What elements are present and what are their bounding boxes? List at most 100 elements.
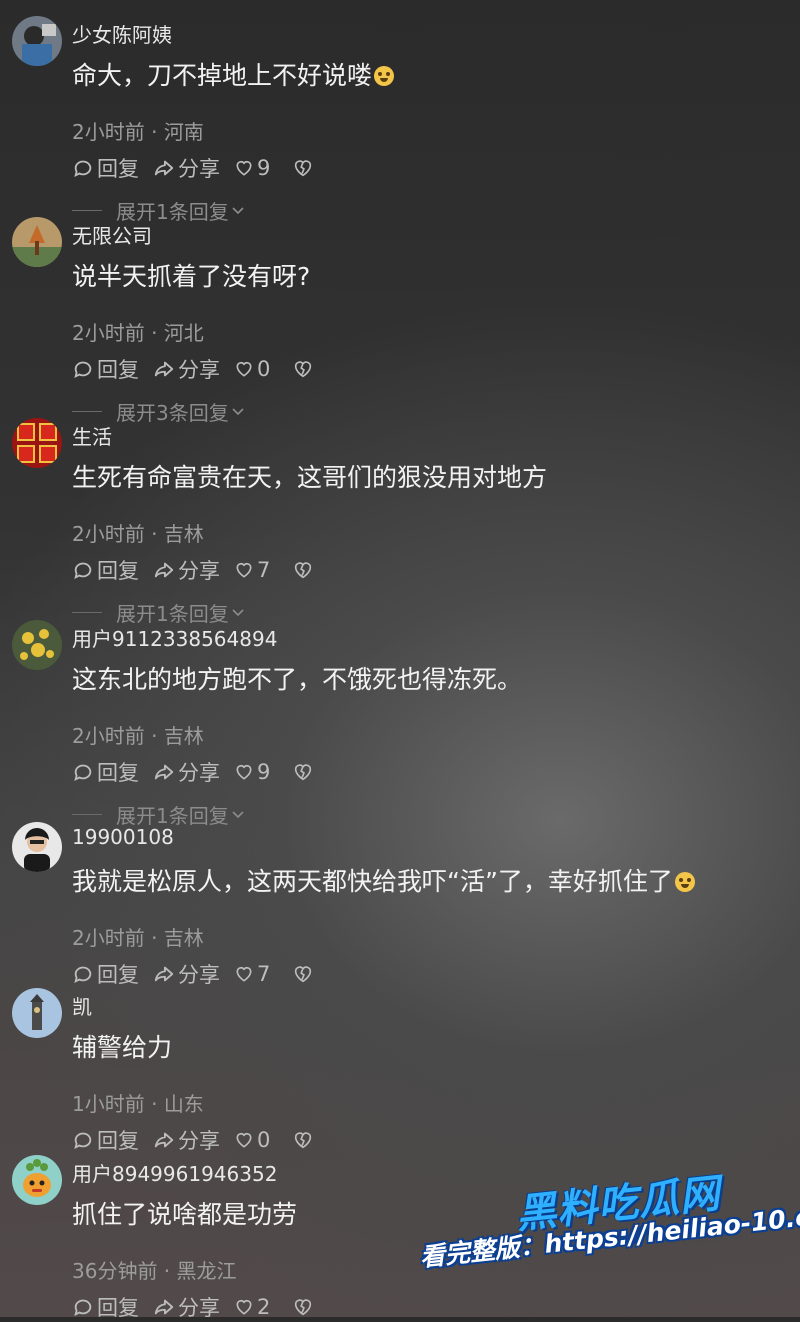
- like-button[interactable]: 2: [234, 1295, 270, 1319]
- avatar[interactable]: [12, 217, 62, 267]
- avatar[interactable]: [12, 988, 62, 1038]
- chevron-down-icon: [232, 810, 244, 818]
- share-arrow-icon: [154, 562, 174, 578]
- like-button[interactable]: 9: [234, 156, 270, 180]
- divider: [72, 814, 102, 815]
- share-arrow-icon: [154, 1132, 174, 1148]
- comment-username[interactable]: 生活: [72, 421, 112, 450]
- comment-username[interactable]: 用户9112338564894: [72, 623, 277, 652]
- like-count: 0: [257, 1128, 271, 1152]
- chevron-down-icon: [232, 407, 244, 415]
- like-button[interactable]: 9: [234, 760, 270, 784]
- share-button[interactable]: 分享: [153, 1125, 220, 1155]
- dislike-button[interactable]: [292, 963, 317, 985]
- comment-username[interactable]: 凯: [72, 991, 92, 1020]
- broken-heart-icon: [295, 1299, 312, 1316]
- avatar[interactable]: [12, 620, 62, 670]
- reply-button[interactable]: 回复: [72, 1292, 139, 1322]
- chevron-down-icon: [232, 206, 244, 214]
- dislike-button[interactable]: [292, 1129, 317, 1151]
- comment-meta: 1小时前 · 山东: [72, 1092, 204, 1116]
- share-button[interactable]: 分享: [153, 153, 220, 183]
- like-button[interactable]: 7: [234, 558, 270, 582]
- comment-actions: 回复 分享 0: [72, 355, 331, 383]
- reply-button[interactable]: 回复: [72, 354, 139, 384]
- chat-bubble-icon: [74, 764, 92, 782]
- comment-actions: 回复 分享 7: [72, 556, 331, 584]
- share-arrow-icon: [154, 966, 174, 982]
- comment-actions: 回复 分享 0: [72, 1126, 331, 1154]
- reply-button[interactable]: 回复: [72, 757, 139, 787]
- comment-text: 说半天抓着了没有呀?: [72, 262, 311, 291]
- share-arrow-icon: [154, 1299, 174, 1315]
- dislike-button[interactable]: [292, 358, 317, 380]
- divider: [72, 210, 102, 211]
- dislike-button[interactable]: [292, 157, 317, 179]
- comment-actions: 回复 分享 7: [72, 960, 331, 988]
- watermark: 黑料吃瓜网 看完整版：https://heiliao-10.com: [419, 1171, 800, 1310]
- divider: [72, 612, 102, 613]
- dislike-button[interactable]: [292, 1296, 317, 1318]
- share-button[interactable]: 分享: [153, 1292, 220, 1322]
- chat-bubble-icon: [74, 966, 92, 984]
- reply-button[interactable]: 回复: [72, 555, 139, 585]
- share-arrow-icon: [154, 361, 174, 377]
- chat-bubble-icon: [74, 1299, 92, 1317]
- broken-heart-icon: [295, 361, 312, 378]
- like-count: 7: [257, 558, 271, 582]
- like-button[interactable]: 0: [234, 1128, 270, 1152]
- like-count: 9: [257, 156, 271, 180]
- comment-actions: 回复 分享 9: [72, 154, 331, 182]
- chat-bubble-icon: [74, 160, 92, 178]
- like-count: 7: [257, 962, 271, 986]
- heart-icon: [236, 764, 252, 780]
- heart-icon: [236, 361, 252, 377]
- heart-icon: [236, 1299, 252, 1315]
- comment-meta: 2小时前 · 吉林: [72, 926, 204, 950]
- comment-text: 这东北的地方跑不了，不饿死也得冻死。: [72, 665, 523, 694]
- comment-username[interactable]: 用户8949961946352: [72, 1158, 277, 1187]
- comment-username[interactable]: 少女陈阿姨: [72, 19, 172, 48]
- comment-username[interactable]: 19900108: [72, 825, 174, 849]
- reply-button[interactable]: 回复: [72, 959, 139, 989]
- heart-icon: [236, 160, 252, 176]
- dislike-button[interactable]: [292, 761, 317, 783]
- comment-meta: 2小时前 · 吉林: [72, 522, 204, 546]
- dislike-button[interactable]: [292, 559, 317, 581]
- chat-bubble-icon: [74, 562, 92, 580]
- avatar[interactable]: [12, 1155, 62, 1205]
- like-count: 2: [257, 1295, 271, 1319]
- like-button[interactable]: 7: [234, 962, 270, 986]
- share-arrow-icon: [154, 764, 174, 780]
- comment-meta: 2小时前 · 吉林: [72, 724, 204, 748]
- avatar[interactable]: [12, 418, 62, 468]
- comment-text: 辅警给力: [72, 1033, 173, 1062]
- comment-text: 抓住了说啥都是功劳: [72, 1200, 298, 1229]
- avatar[interactable]: [12, 822, 62, 872]
- chevron-down-icon: [232, 608, 244, 616]
- reply-button[interactable]: 回复: [72, 153, 139, 183]
- broken-heart-icon: [295, 966, 312, 983]
- share-button[interactable]: 分享: [153, 959, 220, 989]
- comment-actions: 回复 分享 9: [72, 758, 331, 786]
- like-count: 0: [257, 357, 271, 381]
- broken-heart-icon: [295, 1132, 312, 1149]
- comment-meta: 2小时前 · 河北: [72, 321, 204, 345]
- share-button[interactable]: 分享: [153, 555, 220, 585]
- heart-icon: [236, 562, 252, 578]
- heart-icon: [236, 966, 252, 982]
- heart-icon: [236, 1132, 252, 1148]
- chat-bubble-icon: [74, 1132, 92, 1150]
- reply-button[interactable]: 回复: [72, 1125, 139, 1155]
- crying-laughing-emoji-icon: [374, 66, 395, 86]
- share-button[interactable]: 分享: [153, 757, 220, 787]
- divider: [72, 411, 102, 412]
- comment-text: 生死有命富贵在天，这哥们的狠没用对地方: [72, 463, 548, 492]
- comment-username[interactable]: 无限公司: [72, 220, 152, 249]
- comment-text: 我就是松原人，这两天都快给我吓“活”了，幸好抓住了: [72, 862, 695, 898]
- crying-emoji-icon: [674, 872, 695, 892]
- share-button[interactable]: 分享: [153, 354, 220, 384]
- like-button[interactable]: 0: [234, 357, 270, 381]
- avatar[interactable]: [12, 16, 62, 66]
- share-arrow-icon: [154, 160, 174, 176]
